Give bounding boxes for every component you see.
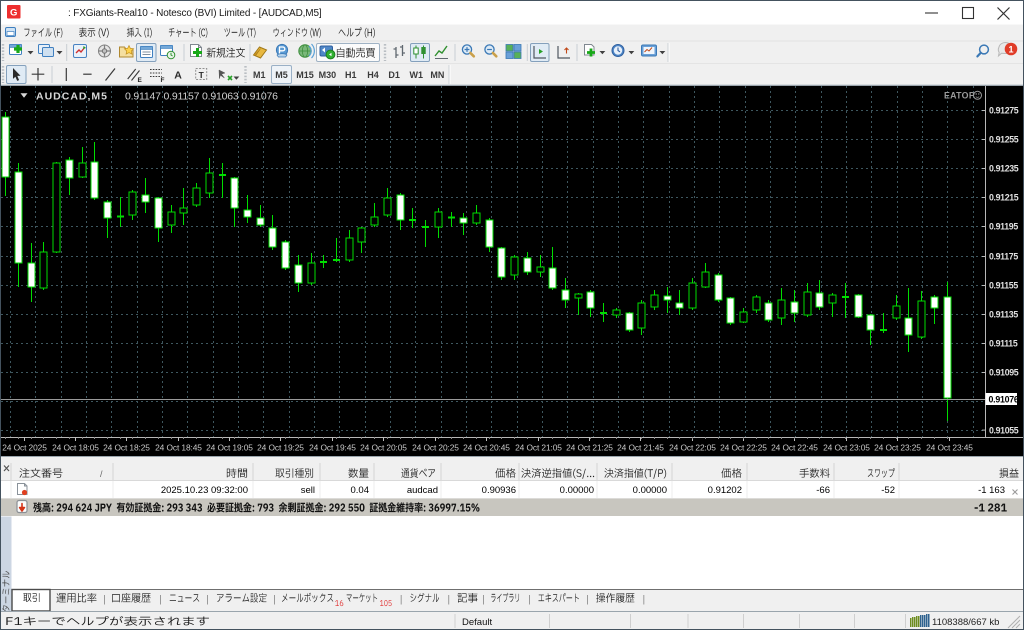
svg-text:A: A — [174, 70, 182, 82]
svg-text:1108388/667 kb: 1108388/667 kb — [932, 617, 999, 628]
svg-text:MN: MN — [430, 70, 444, 80]
svg-text:24 Oct 20:25: 24 Oct 20:25 — [412, 443, 459, 453]
svg-text:: FXGiants-Real10 - Notesco (B: : FXGiants-Real10 - Notesco (BVI) Limite… — [68, 8, 322, 19]
svg-text:0.91175: 0.91175 — [989, 252, 1018, 262]
svg-text:E: E — [138, 77, 143, 84]
svg-text:24 Oct 22:25: 24 Oct 22:25 — [720, 443, 767, 453]
svg-text:AUDCAD,M5: AUDCAD,M5 — [36, 90, 108, 102]
svg-text:M15: M15 — [296, 70, 314, 80]
svg-text:0.91155: 0.91155 — [989, 281, 1018, 291]
svg-text:24 Oct 20:05: 24 Oct 20:05 — [360, 443, 407, 453]
svg-text:G: G — [10, 7, 17, 18]
svg-text:0.90936: 0.90936 — [482, 485, 516, 496]
svg-text:0.91275: 0.91275 — [989, 106, 1019, 116]
svg-text:2025.10.23 09:32:00: 2025.10.23 09:32:00 — [161, 485, 248, 496]
svg-text:24 Oct 18:25: 24 Oct 18:25 — [103, 443, 150, 453]
svg-text:0.04: 0.04 — [351, 485, 370, 496]
svg-text:H4: H4 — [367, 70, 379, 80]
svg-text:24 Oct 21:05: 24 Oct 21:05 — [515, 443, 562, 453]
svg-text:0.91195: 0.91195 — [989, 222, 1018, 232]
svg-text:W1: W1 — [410, 70, 424, 80]
svg-text:Default: Default — [462, 617, 492, 628]
svg-text:24 Oct 21:45: 24 Oct 21:45 — [617, 443, 664, 453]
svg-text:M30: M30 — [319, 70, 337, 80]
svg-text:24 Oct 23:25: 24 Oct 23:25 — [874, 443, 921, 453]
svg-text:EATOP: EATOP — [944, 91, 975, 101]
svg-text:0.91076: 0.91076 — [989, 394, 1019, 404]
svg-text:24 Oct 18:45: 24 Oct 18:45 — [155, 443, 202, 453]
svg-text:0.91135: 0.91135 — [989, 310, 1018, 320]
svg-text:0.00000: 0.00000 — [560, 485, 594, 496]
svg-text:24 Oct 2025: 24 Oct 2025 — [2, 443, 47, 453]
svg-text:F: F — [161, 77, 165, 84]
svg-text:24 Oct 20:45: 24 Oct 20:45 — [463, 443, 510, 453]
svg-text:24 Oct 19:25: 24 Oct 19:25 — [257, 443, 304, 453]
svg-text:T: T — [199, 70, 205, 80]
svg-text:0.91055: 0.91055 — [989, 425, 1019, 435]
svg-text:0.91255: 0.91255 — [989, 135, 1019, 145]
svg-text:0.91095: 0.91095 — [989, 368, 1019, 378]
svg-text:24 Oct 19:05: 24 Oct 19:05 — [206, 443, 253, 453]
svg-text:audcad: audcad — [407, 485, 438, 496]
svg-text:24 Oct 18:05: 24 Oct 18:05 — [52, 443, 99, 453]
svg-text:-52: -52 — [881, 485, 895, 496]
svg-text:0.91202: 0.91202 — [708, 485, 742, 496]
svg-text:sell: sell — [301, 485, 315, 496]
svg-text:24 Oct 23:45: 24 Oct 23:45 — [926, 443, 973, 453]
svg-text:24 Oct 23:05: 24 Oct 23:05 — [823, 443, 870, 453]
svg-text:0.91215: 0.91215 — [989, 193, 1019, 203]
svg-text:-1 163: -1 163 — [978, 485, 1005, 496]
svg-text:-66: -66 — [816, 485, 830, 496]
svg-text:24 Oct 22:45: 24 Oct 22:45 — [771, 443, 818, 453]
svg-text:H1: H1 — [345, 70, 357, 80]
svg-text:0.00000: 0.00000 — [633, 485, 667, 496]
svg-text:24 Oct 22:05: 24 Oct 22:05 — [669, 443, 716, 453]
svg-text:M5: M5 — [275, 70, 288, 80]
svg-text:D1: D1 — [388, 70, 400, 80]
svg-text:0.91235: 0.91235 — [989, 164, 1019, 174]
svg-text:24 Oct 21:25: 24 Oct 21:25 — [566, 443, 613, 453]
svg-text:M1: M1 — [253, 70, 266, 80]
svg-text:0.91147 0.91157 0.91063 0.9107: 0.91147 0.91157 0.91063 0.91076 — [125, 90, 278, 102]
svg-text:0.91115: 0.91115 — [989, 339, 1018, 349]
svg-text:1: 1 — [1008, 44, 1013, 54]
svg-text:24 Oct 19:45: 24 Oct 19:45 — [309, 443, 356, 453]
